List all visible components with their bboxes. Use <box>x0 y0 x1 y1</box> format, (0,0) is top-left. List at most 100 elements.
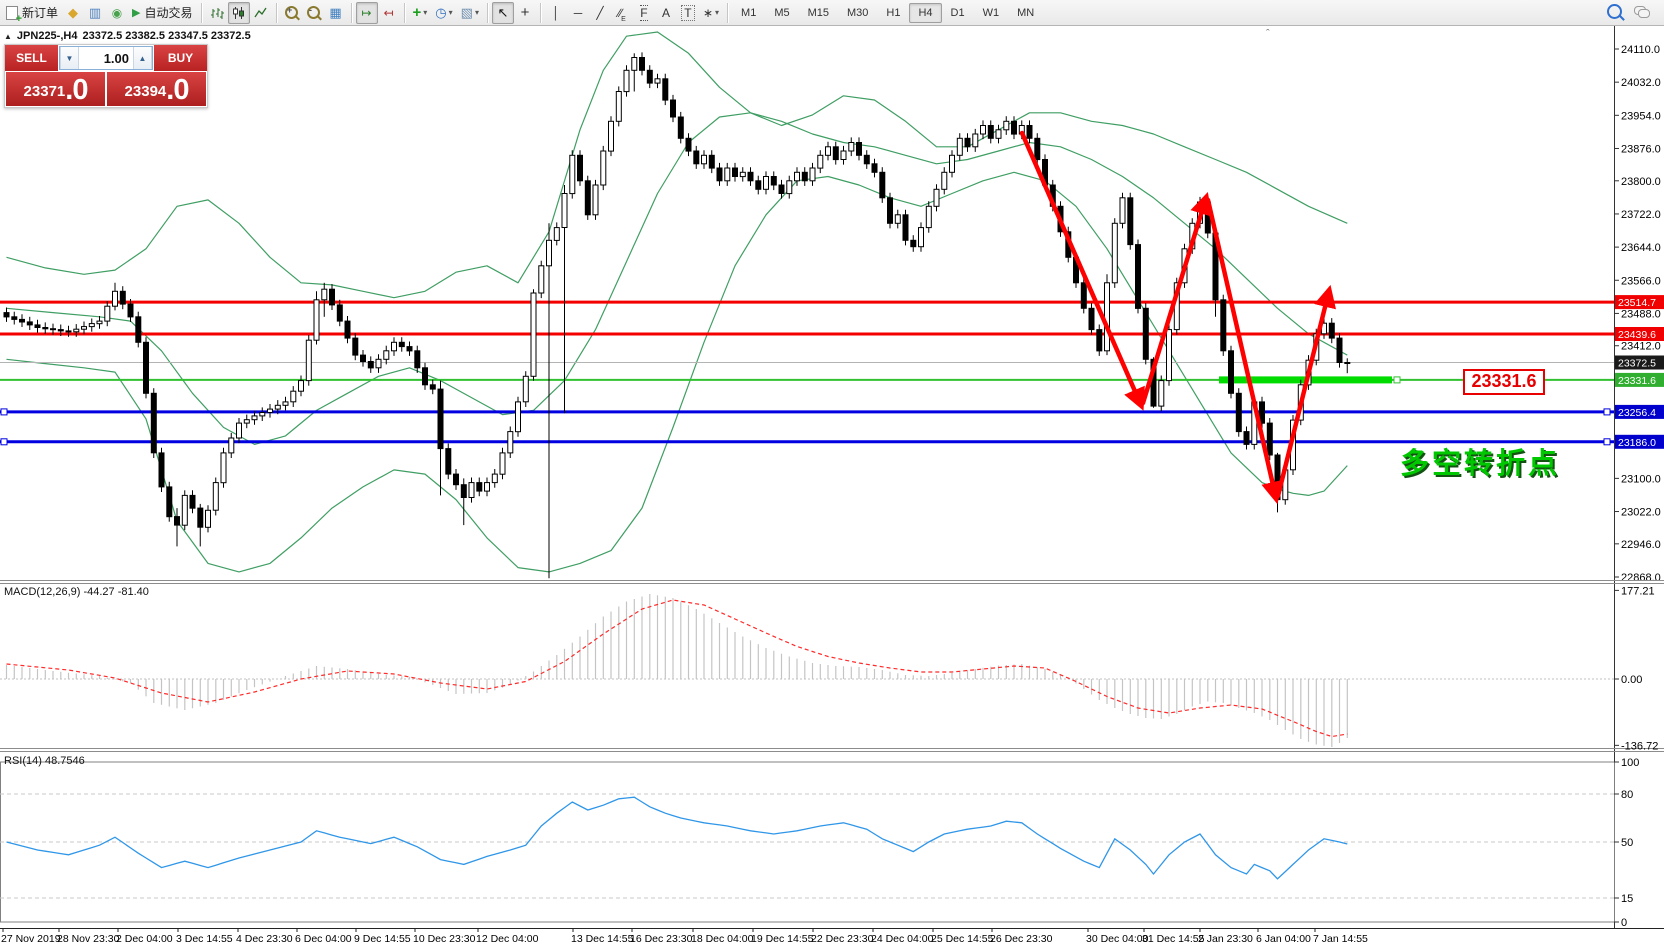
svg-text:23954.0: 23954.0 <box>1621 110 1661 122</box>
svg-text:3 Dec 14:55: 3 Dec 14:55 <box>176 933 233 945</box>
rsi-line <box>7 797 1348 879</box>
tab-timeframe-m30[interactable]: M30 <box>838 3 877 23</box>
buy-price[interactable]: 23394.0 <box>107 72 206 106</box>
quotes-button[interactable]: ◆ <box>62 2 84 24</box>
volume-down-button[interactable]: ▼ <box>60 47 79 69</box>
price-tag: 23331.6 <box>1615 373 1664 387</box>
chart-shift-button[interactable]: ↤ <box>378 2 400 24</box>
svg-text:23256.4: 23256.4 <box>1618 407 1656 419</box>
tab-timeframe-d1[interactable]: D1 <box>942 3 974 23</box>
cursor-button[interactable]: ↖ <box>492 2 514 24</box>
toolbar-separator <box>540 3 541 23</box>
periods-button[interactable]: ◷▾ <box>431 2 456 24</box>
time-axis: 27 Nov 201928 Nov 23:302 Dec 04:003 Dec … <box>1 928 1368 945</box>
annotation-text[interactable]: 多空转折点 <box>1400 440 1560 482</box>
sell-button[interactable]: SELL <box>5 45 58 71</box>
signals-button[interactable]: ◉ <box>106 2 128 24</box>
collapse-panel-icon[interactable]: ▲ <box>4 32 12 41</box>
svg-text:15: 15 <box>1621 893 1633 905</box>
svg-text:50: 50 <box>1621 837 1633 849</box>
rsi-panel: 1008050150 <box>0 757 1639 929</box>
svg-text:23514.7: 23514.7 <box>1618 297 1656 309</box>
bar-chart-button[interactable] <box>206 2 228 24</box>
svg-text:10 Dec 23:30: 10 Dec 23:30 <box>413 933 476 945</box>
toolbar-separator <box>201 3 202 23</box>
line-chart-button[interactable] <box>250 2 272 24</box>
bar-chart-icon <box>210 6 224 20</box>
trendline-button[interactable]: ╱ <box>589 2 611 24</box>
new-order-icon <box>6 6 18 20</box>
macd-panel: 177.210.00-136.72 <box>0 585 1658 752</box>
cursor-icon: ↖ <box>498 5 509 21</box>
svg-text:12 Dec 04:00: 12 Dec 04:00 <box>476 933 539 945</box>
svg-text:23100.0: 23100.0 <box>1621 473 1661 485</box>
auto-scroll-button[interactable]: ↦ <box>356 2 378 24</box>
svg-text:26 Dec 23:30: 26 Dec 23:30 <box>990 933 1053 945</box>
tab-timeframe-w1[interactable]: W1 <box>974 3 1009 23</box>
auto-trading-icon: ▶ <box>132 6 140 19</box>
text-label-button[interactable]: T <box>677 2 699 24</box>
volume-stepper: ▼ ▲ <box>59 46 153 70</box>
one-click-trade-panel: SELL ▼ ▲ BUY 23371.0 23394.0 <box>4 44 208 108</box>
tab-timeframe-m15[interactable]: M15 <box>799 3 838 23</box>
chevron-down-icon: ▾ <box>423 8 427 17</box>
candles <box>4 52 1350 578</box>
svg-text:23439.6: 23439.6 <box>1618 329 1656 341</box>
candlestick-chart-icon <box>232 6 246 20</box>
svg-text:-136.72: -136.72 <box>1621 740 1658 752</box>
svg-text:23722.0: 23722.0 <box>1621 209 1661 221</box>
svg-text:2 Dec 04:00: 2 Dec 04:00 <box>116 933 173 945</box>
tile-windows-icon: ▦ <box>329 5 341 21</box>
svg-text:9 Dec 14:55: 9 Dec 14:55 <box>354 933 411 945</box>
svg-text:28 Nov 23:30: 28 Nov 23:30 <box>57 933 120 945</box>
svg-text:22868.0: 22868.0 <box>1621 572 1661 584</box>
svg-text:22946.0: 22946.0 <box>1621 539 1661 551</box>
tab-timeframe-m1[interactable]: M1 <box>732 3 765 23</box>
new-order-button[interactable]: 新订单 <box>2 2 62 24</box>
line-chart-icon <box>254 6 268 20</box>
auto-trading-button[interactable]: ▶ 自动交易 <box>128 2 196 24</box>
tab-timeframe-m5[interactable]: M5 <box>765 3 798 23</box>
price-tag: 23439.6 <box>1615 327 1664 341</box>
text-button[interactable]: A <box>655 2 677 24</box>
price-level-label[interactable]: 23331.6 <box>1463 369 1545 395</box>
price-tag: 23514.7 <box>1615 295 1664 309</box>
crosshair-button[interactable]: + <box>514 2 536 24</box>
tab-timeframe-mn[interactable]: MN <box>1008 3 1043 23</box>
quotes-icon: ◆ <box>68 5 78 21</box>
fibonacci-button[interactable]: F <box>633 2 655 24</box>
search-icon[interactable] <box>1607 4 1622 19</box>
buy-button[interactable]: BUY <box>154 45 207 71</box>
tab-timeframe-h1[interactable]: H1 <box>877 3 909 23</box>
sell-price[interactable]: 23371.0 <box>6 72 105 106</box>
horizontal-line-button[interactable]: ─ <box>567 2 589 24</box>
shapes-icon: ∗ <box>703 6 713 20</box>
toolbar-separator <box>404 3 405 23</box>
templates-button[interactable]: ▧▾ <box>457 2 483 24</box>
mt4-window: { "toolbar": { "new_order": "新订单", "auto… <box>0 0 1664 946</box>
indicators-icon: + <box>413 4 422 21</box>
svg-text:7 Jan 14:55: 7 Jan 14:55 <box>1313 933 1368 945</box>
indicators-button[interactable]: +▾ <box>409 2 432 24</box>
zoom-out-button[interactable]: - <box>303 2 325 24</box>
svg-text:100: 100 <box>1621 757 1639 769</box>
candlestick-chart-button[interactable] <box>228 2 250 24</box>
rsi-indicator-label: RSI(14) 48.7546 <box>4 755 85 767</box>
market-watch-button[interactable]: ▥ <box>84 2 106 24</box>
tile-windows-button[interactable]: ▦ <box>325 2 347 24</box>
volume-input[interactable] <box>79 47 133 69</box>
channel-button[interactable]: ∕∕E <box>611 2 633 24</box>
vertical-line-button[interactable]: │ <box>545 2 567 24</box>
zoom-in-button[interactable]: + <box>281 2 303 24</box>
volume-up-button[interactable]: ▲ <box>133 47 152 69</box>
chevron-down-icon: ▾ <box>475 8 479 17</box>
market-watch-icon: ▥ <box>89 5 101 21</box>
toolbar: 新订单 ◆ ▥ ◉ ▶ 自动交易 + - ▦ ↦ ↤ +▾ ◷▾ ▧▾ ↖ + … <box>0 0 1664 26</box>
tab-timeframe-h4[interactable]: H4 <box>909 3 941 23</box>
shapes-button[interactable]: ∗▾ <box>699 2 723 24</box>
scroll-top-icon[interactable]: ˆ <box>1266 28 1270 40</box>
chat-icon[interactable] <box>1634 6 1650 18</box>
svg-text:23488.0: 23488.0 <box>1621 308 1661 320</box>
toolbar-separator <box>276 3 277 23</box>
svg-text:6 Dec 04:00: 6 Dec 04:00 <box>295 933 352 945</box>
